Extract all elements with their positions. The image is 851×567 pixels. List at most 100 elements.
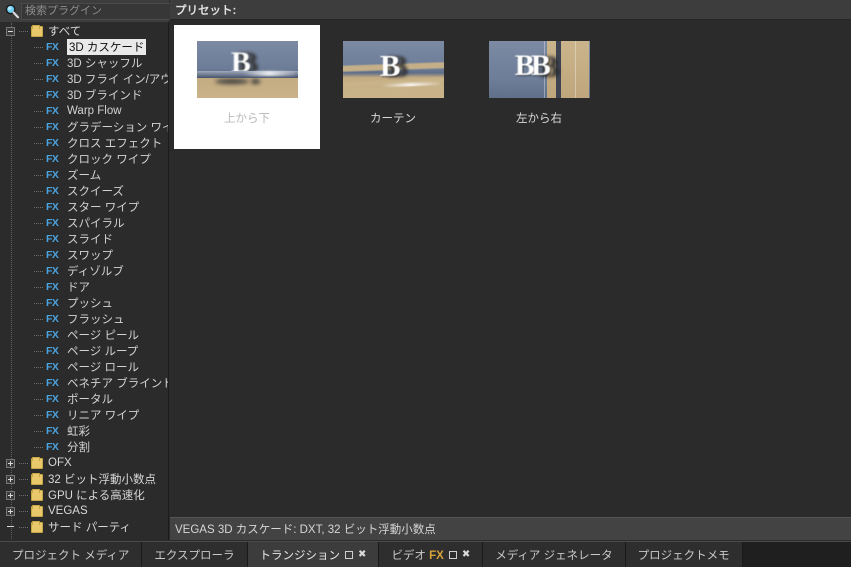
tree-item-effect[interactable]: FX 分割 [0,439,168,455]
fx-icon: FX [46,233,59,245]
tree-connector [34,414,43,416]
tree-item-folder[interactable]: 32 ビット浮動小数点 [0,471,168,487]
tab-0[interactable]: プロジェクト メディア [0,542,143,567]
fx-icon: FX [46,361,59,373]
tree-item-effect[interactable]: FX ドア [0,279,168,295]
folder-icon [31,456,43,469]
tab-2[interactable]: トランジション ✖ [247,542,380,567]
tree-connector [34,94,43,96]
tree-item-folder[interactable]: OFX [0,455,168,471]
tree-item-effect[interactable]: FX ベネチア ブラインド [0,375,168,391]
fx-icon: FX [46,73,59,85]
float-icon[interactable] [448,550,457,559]
fx-icon: FX [46,329,59,341]
tree-item-effect[interactable]: FX 3D ブラインド [0,87,168,103]
tree-item-effect[interactable]: FX ページ ループ [0,343,168,359]
tree-item-effect[interactable]: FX ディゾルブ [0,263,168,279]
collapse-box-icon[interactable] [6,26,15,36]
tree-item-effect[interactable]: FX スワップ [0,247,168,263]
tree-item-effect[interactable]: FX ズーム [0,167,168,183]
tree-item-folder[interactable]: サード パーティ [0,519,168,535]
transitions-window: すべてFX3D カスケードFX3D シャッフルFX3D フライ イン/アウトFX… [0,0,851,567]
tree-item-effect[interactable]: FX 3D シャッフル [0,55,168,71]
tree-item-effect[interactable]: FX ページ ピール [0,327,168,343]
search-icon[interactable] [3,2,21,20]
fx-icon: FX [46,169,59,181]
tree-item-effect[interactable]: FX スター ワイプ [0,199,168,215]
tree-item-effect[interactable]: FX クロス エフェクト [0,135,168,151]
tree-connector [34,270,43,272]
tab-3[interactable]: ビデオ FX ✖ [379,542,484,567]
tree-item-folder[interactable]: VEGAS [0,503,168,519]
fx-icon: FX [46,441,59,453]
thumb-shine [242,71,296,77]
tree-item-label: 3D カスケード [67,39,147,55]
close-icon[interactable]: ✖ [358,549,366,560]
tree-connector [34,446,43,448]
tabbar-filler [742,542,851,567]
tree-item-label: フラッシュ [67,314,125,326]
tree-item-effect[interactable]: FX ページ ロール [0,359,168,375]
expand-box-icon[interactable] [6,490,15,500]
tree-item-effect[interactable]: FX クロック ワイプ [0,151,168,167]
tree-connector [34,366,43,368]
fx-icon: FX [46,57,59,69]
tab-5[interactable]: プロジェクトメモ [625,542,743,567]
float-icon[interactable] [345,550,354,559]
tab-4[interactable]: メディア ジェネレータ [483,542,626,567]
preset-caption: 左から右 [516,113,562,125]
fx-icon: FX [46,153,59,165]
tab-1[interactable]: エクスプローラ [142,542,248,567]
tree-item-effect[interactable]: FX 虹彩 [0,423,168,439]
tree-item-effect[interactable]: FX スパイラル [0,215,168,231]
tree-root-row[interactable]: すべて [0,23,168,39]
expand-box-icon[interactable] [6,506,15,516]
tree-connector [19,478,28,480]
tab-label: トランジション [259,549,341,562]
tree-folder-label: サード パーティ [48,522,132,534]
folder-icon [31,504,43,517]
close-icon[interactable]: ✖ [462,549,470,560]
tree-connector [34,238,43,240]
preset-grid[interactable]: B B 上から下 B B カーテン B B B 左から右 [170,21,851,516]
tree-item-label: ズーム [67,170,102,182]
tree-item-label: クロス エフェクト [67,138,163,150]
fx-icon: FX [46,185,59,197]
tree-item-folder[interactable]: GPU による高速化 [0,487,168,503]
fx-icon: FX [46,377,59,389]
tree-item-label: ページ ピール [67,330,139,342]
fx-icon: FX [46,409,59,421]
tree-item-label: ポータル [67,394,113,406]
fx-icon: FX [46,281,59,293]
thumb-letter: B [530,48,551,82]
tree-item-effect[interactable]: FX リニア ワイプ [0,407,168,423]
bottom-tab-bar[interactable]: プロジェクト メディア エクスプローラ トランジション ✖ ビデオ FX ✖ メディア ジェ… [0,541,851,567]
fx-icon: FX [46,393,59,405]
tree-connector [34,46,43,48]
preset-item[interactable]: B B 上から下 [174,25,320,149]
tree-item-effect[interactable]: FX グラデーション ワイプ [0,119,168,135]
tab-label: プロジェクトメモ [637,549,730,562]
tree-item-label: 3D シャッフル [67,58,143,70]
tree-item-label: プッシュ [67,298,113,310]
preset-item[interactable]: B B B 左から右 [466,25,612,149]
preset-item[interactable]: B B カーテン [320,25,466,149]
tree-item-effect[interactable]: FX フラッシュ [0,311,168,327]
fx-icon: FX [46,137,59,149]
tree-item-effect[interactable]: FX 3D フライ イン/アウト [0,71,168,87]
tree-item-effect[interactable]: FX ポータル [0,391,168,407]
expand-box-icon[interactable] [6,474,15,484]
fx-icon: FX [46,121,59,133]
tree-connector [34,62,43,64]
tree-item-effect[interactable]: FX Warp Flow [0,103,168,119]
tree-connector [19,462,28,464]
plugin-tree[interactable]: すべてFX3D カスケードFX3D シャッフルFX3D フライ イン/アウトFX… [0,23,168,539]
tree-item-effect[interactable]: FX 3D カスケード [0,39,168,55]
tree-item-label: スライド [67,234,113,246]
expand-box-icon[interactable] [6,458,15,468]
tree-item-effect[interactable]: FX プッシュ [0,295,168,311]
search-input[interactable] [21,2,171,20]
tree-item-effect[interactable]: FX スクイーズ [0,183,168,199]
folder-icon [31,488,43,501]
tree-item-effect[interactable]: FX スライド [0,231,168,247]
